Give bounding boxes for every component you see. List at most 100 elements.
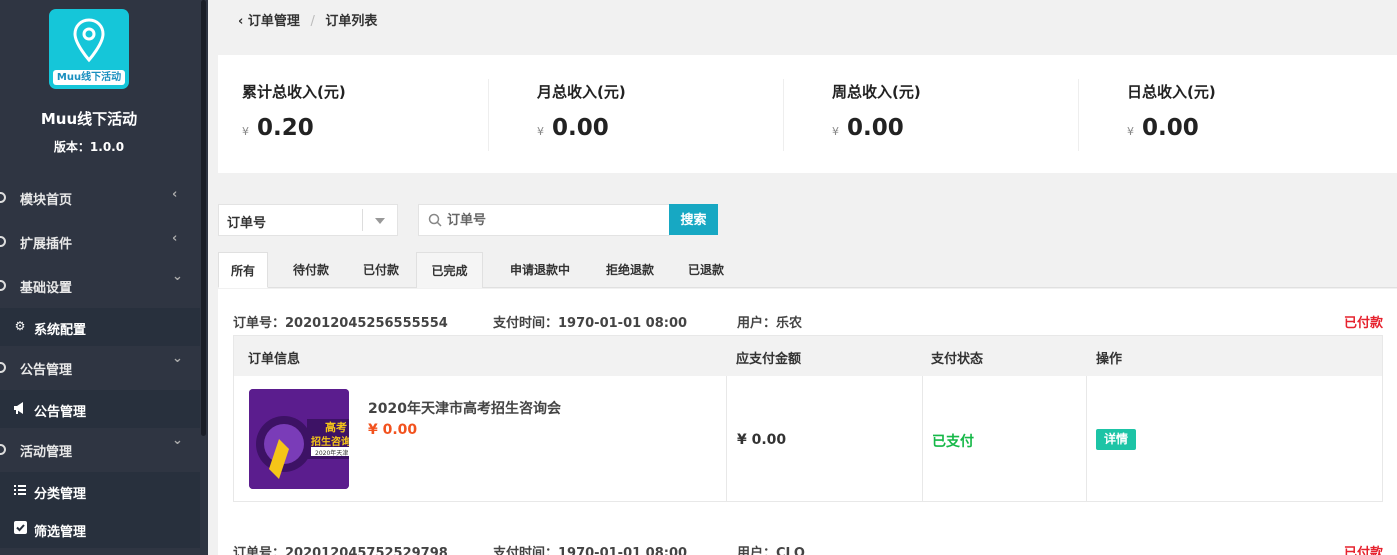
chevron-left-icon: ‹ [172,187,178,202]
detail-button[interactable]: 详情 [1096,429,1136,450]
breadcrumb: ‹ 订单管理 / 订单列表 [238,10,377,29]
column-header: 支付状态 [931,352,984,367]
stat-monthly-revenue: 月总收入(元) ¥0.00 [513,55,808,173]
order-status-badge: 已付款 [1343,316,1383,331]
divider [726,376,727,501]
product-name[interactable]: 2020年天津市高考招生咨询会 [368,398,561,418]
sidebar: Muu线下活动 Muu线下活动 版本：1.0.0 模块首页 ‹ 扩展插件 ‹ 基… [0,0,200,555]
thumbnail-text: 招生咨询 [311,437,349,448]
select-value: 订单号 [227,216,267,231]
submenu-announcement[interactable]: 公告管理 [0,390,200,428]
menu-label: 基础设置 [20,281,73,296]
currency-symbol: ¥ [1127,125,1134,138]
chevron-left-icon: ‹ [172,231,178,246]
search-button[interactable]: 搜索 [669,204,718,235]
stat-value: 0.00 [1142,115,1199,141]
menu-activity[interactable]: 活动管理 ⌄ [0,429,200,470]
search-type-select[interactable]: 订单号 [218,204,398,236]
menu-basic-settings[interactable]: 基础设置 ⌄ [0,265,200,306]
tab-refund-rejected[interactable]: 拒绝退款 [590,252,670,288]
product-price: ¥ 0.00 [368,422,418,438]
order-status-badge: 已付款 [1343,546,1383,555]
stat-weekly-revenue: 周总收入(元) ¥0.00 [808,55,1103,173]
tab-pending-payment[interactable]: 待付款 [276,252,346,288]
pay-time: 支付时间：1970-01-01 08:00 [493,316,688,331]
column-header: 应支付金额 [736,352,802,367]
menu-label: 扩展插件 [20,237,73,252]
submenu-label: 筛选管理 [34,525,87,540]
submenu-label: 系统配置 [34,323,87,338]
divider [488,79,489,151]
breadcrumb-parent[interactable]: 订单管理 [248,14,300,29]
circle-icon [0,280,6,291]
menu-extensions[interactable]: 扩展插件 ‹ [0,221,200,262]
list-icon [13,483,27,497]
stat-value: 0.20 [257,115,314,141]
location-pin-icon [73,18,105,63]
stat-title: 月总收入(元) [537,83,626,101]
app-name: Muu线下活动 [40,110,138,128]
logo-text: Muu线下活动 [53,70,125,85]
gears-icon: ⚙ [14,319,26,333]
order-list: 订单号：202012045256555554 支付时间：1970-01-01 0… [218,289,1397,555]
select-divider [362,209,363,231]
revenue-stats: 累计总收入(元) ¥0.20 月总收入(元) ¥0.00 周总收入(元) ¥0.… [218,55,1397,173]
stat-title: 累计总收入(元) [242,83,346,101]
caret-down-icon [375,218,385,224]
currency-symbol: ¥ [537,125,544,138]
search-icon [428,213,442,227]
stat-value: 0.00 [847,115,904,141]
divider [1078,79,1079,151]
tab-all[interactable]: 所有 [218,252,268,288]
submenu-category[interactable]: 分类管理 [0,472,200,510]
order-table: 订单信息 应支付金额 支付状态 操作 高考 招生咨询 2020年天津 2020年… [233,335,1383,502]
table-header: 订单信息 应支付金额 支付状态 操作 [234,336,1382,376]
divider [783,79,784,151]
breadcrumb-separator: / [310,14,315,29]
submenu-label: 公告管理 [34,405,87,420]
chevron-down-icon: ⌄ [172,269,183,284]
divider [922,376,923,501]
payable-amount: ¥ 0.00 [737,432,787,448]
menu-announcement[interactable]: 公告管理 ⌄ [0,347,200,388]
chevron-down-icon: ⌄ [172,433,183,448]
circle-icon [0,444,6,455]
megaphone-icon [13,401,27,415]
sidebar-scrollbar-thumb[interactable] [201,0,206,436]
circle-icon [0,362,6,373]
back-chevron-icon[interactable]: ‹ [238,14,243,29]
thumbnail-text: 2020年天津 [315,450,349,457]
menu-label: 活动管理 [20,445,73,460]
payment-status: 已支付 [932,434,974,450]
stat-total-revenue: 累计总收入(元) ¥0.20 [218,55,513,173]
stat-value: 0.00 [552,115,609,141]
circle-icon [0,192,6,203]
tab-refunded[interactable]: 已退款 [673,252,739,288]
checkbox-icon [13,521,27,535]
main-content: ‹ 订单管理 / 订单列表 累计总收入(元) ¥0.20 月总收入(元) ¥0.… [208,0,1397,555]
currency-symbol: ¥ [242,125,249,138]
app-version: 版本：1.0.0 [53,140,125,154]
product-thumbnail[interactable]: 高考 招生咨询 2020年天津 [249,389,349,489]
search-box [418,204,670,236]
order-user: 用户：CLQ [737,546,805,555]
order-number: 订单号：202012045752529798 [233,546,448,555]
menu-label: 模块首页 [20,193,73,208]
menu-label: 公告管理 [20,363,73,378]
tab-refund-requested[interactable]: 申请退款中 [490,252,590,288]
search-input[interactable] [447,210,662,230]
column-header: 订单信息 [248,352,301,367]
submenu-filter[interactable]: 筛选管理 [0,510,200,548]
tab-paid[interactable]: 已付款 [348,252,414,288]
order-number: 订单号：202012045256555554 [233,316,448,331]
chevron-down-icon: ⌄ [172,351,183,366]
submenu-system-config[interactable]: ⚙ 系统配置 [0,308,200,346]
circle-icon [0,236,6,247]
order-user: 用户：乐农 [737,316,803,331]
column-header: 操作 [1096,352,1123,367]
app-logo[interactable]: Muu线下活动 [49,9,129,89]
stat-daily-revenue: 日总收入(元) ¥0.00 [1103,55,1397,173]
tab-completed[interactable]: 已完成 [416,252,483,288]
menu-module-home[interactable]: 模块首页 ‹ [0,177,200,218]
currency-symbol: ¥ [832,125,839,138]
